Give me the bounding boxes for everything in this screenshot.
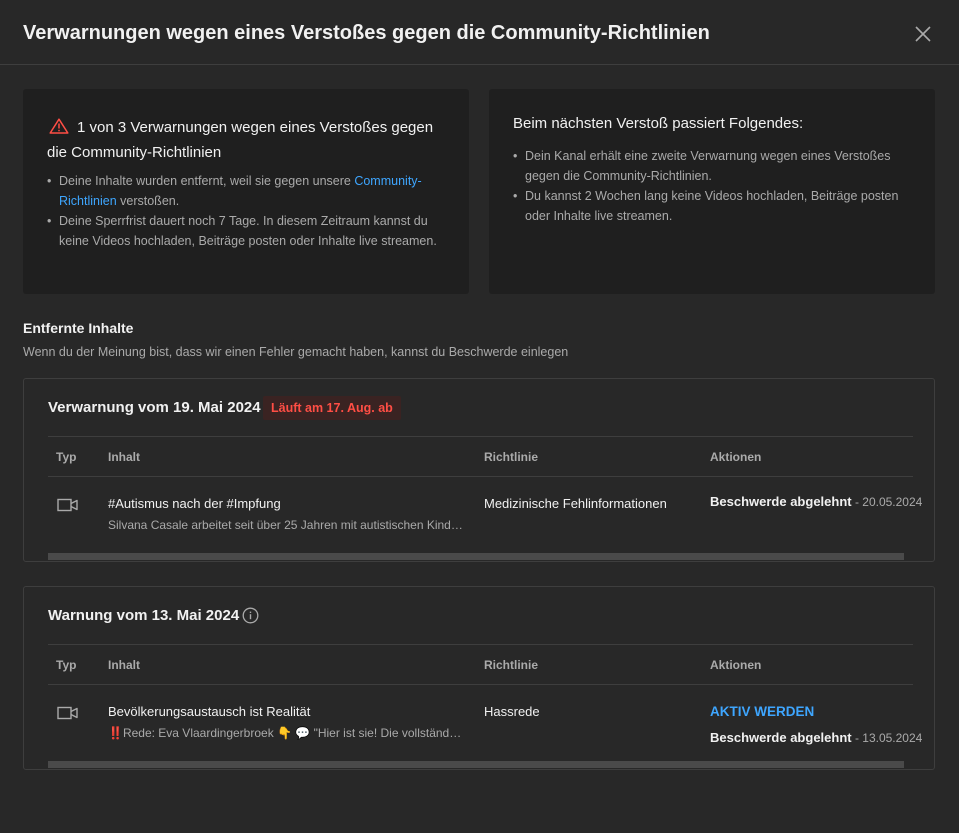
removed-content-title: Entfernte Inhalte [23,320,134,336]
current-strike-bullet-2: Deine Sperrfrist dauert noch 7 Tage. In … [47,211,447,251]
current-strike-heading: 1 von 3 Verwarnungen wegen eines Verstoß… [47,115,447,165]
strike-panel: Verwarnung vom 19. Mai 2024 Läuft am 17.… [23,378,935,562]
horizontal-scrollbar[interactable] [48,553,904,560]
column-header-aktionen: Aktionen [710,658,762,672]
warning-panel: Warnung vom 13. Mai 2024 Typ Inhalt Rich… [23,586,935,770]
video-camera-icon [57,498,79,512]
table-row: #Autismus nach der #Impfung Silvana Casa… [48,477,934,547]
appeal-status: Beschwerde abgelehnt - 20.05.2024 [710,494,923,509]
policy-label: Medizinische Fehlinformationen [484,496,667,511]
next-violation-bullet-1: Dein Kanal erhält eine zweite Verwarnung… [513,146,913,186]
next-violation-card: Beim nächsten Verstoß passiert Folgendes… [489,89,935,294]
strike-title: Verwarnung vom 19. Mai 2024 [48,399,261,416]
content-description: Silvana Casale arbeitet seit über 25 Jah… [108,518,463,532]
video-camera-icon [57,706,79,720]
next-violation-bullet-2: Du kannst 2 Wochen lang keine Videos hoc… [513,186,913,226]
current-strike-card: 1 von 3 Verwarnungen wegen eines Verstoß… [23,89,469,294]
content-description: ‼️Rede: Eva Vlaardingerbroek 👇 💬 "Hier i… [108,726,463,740]
column-header-aktionen: Aktionen [710,450,762,464]
column-header-inhalt: Inhalt [108,658,140,672]
take-action-button[interactable]: AKTIV WERDEN [710,704,814,719]
info-icon[interactable] [242,607,259,624]
warning-triangle-icon [49,117,69,134]
close-icon[interactable] [907,18,939,50]
content-title[interactable]: #Autismus nach der #Impfung [108,496,281,511]
table-header: Typ Inhalt Richtlinie Aktionen [48,644,913,685]
content-title[interactable]: Bevölkerungsaustausch ist Realität [108,704,310,719]
horizontal-scrollbar[interactable] [48,761,904,768]
column-header-typ: Typ [56,450,77,464]
current-strike-list: Deine Inhalte wurden entfernt, weil sie … [47,171,447,251]
policy-label: Hassrede [484,704,540,719]
next-violation-list: Dein Kanal erhält eine zweite Verwarnung… [513,146,913,226]
removed-content-subtitle: Wenn du der Meinung bist, dass wir einen… [23,345,569,359]
column-header-richtlinie: Richtlinie [484,450,539,464]
current-strike-heading-text: 1 von 3 Verwarnungen wegen eines Verstoß… [47,119,434,161]
expiry-badge: Läuft am 17. Aug. ab [263,396,401,420]
dialog-title: Verwarnungen wegen eines Verstoßes gegen… [23,22,710,44]
table-header: Typ Inhalt Richtlinie Aktionen [48,436,913,477]
column-header-inhalt: Inhalt [108,450,140,464]
column-header-typ: Typ [56,658,77,672]
dialog-header: Verwarnungen wegen eines Verstoßes gegen… [0,0,959,65]
column-header-richtlinie: Richtlinie [484,658,539,672]
warning-title: Warnung vom 13. Mai 2024 [48,607,240,624]
table-row: Bevölkerungsaustausch ist Realität ‼️Red… [48,685,934,755]
next-violation-heading: Beim nächsten Verstoß passiert Folgendes… [513,115,804,132]
current-strike-bullet-1: Deine Inhalte wurden entfernt, weil sie … [47,171,447,211]
appeal-status: Beschwerde abgelehnt - 13.05.2024 [710,730,923,745]
